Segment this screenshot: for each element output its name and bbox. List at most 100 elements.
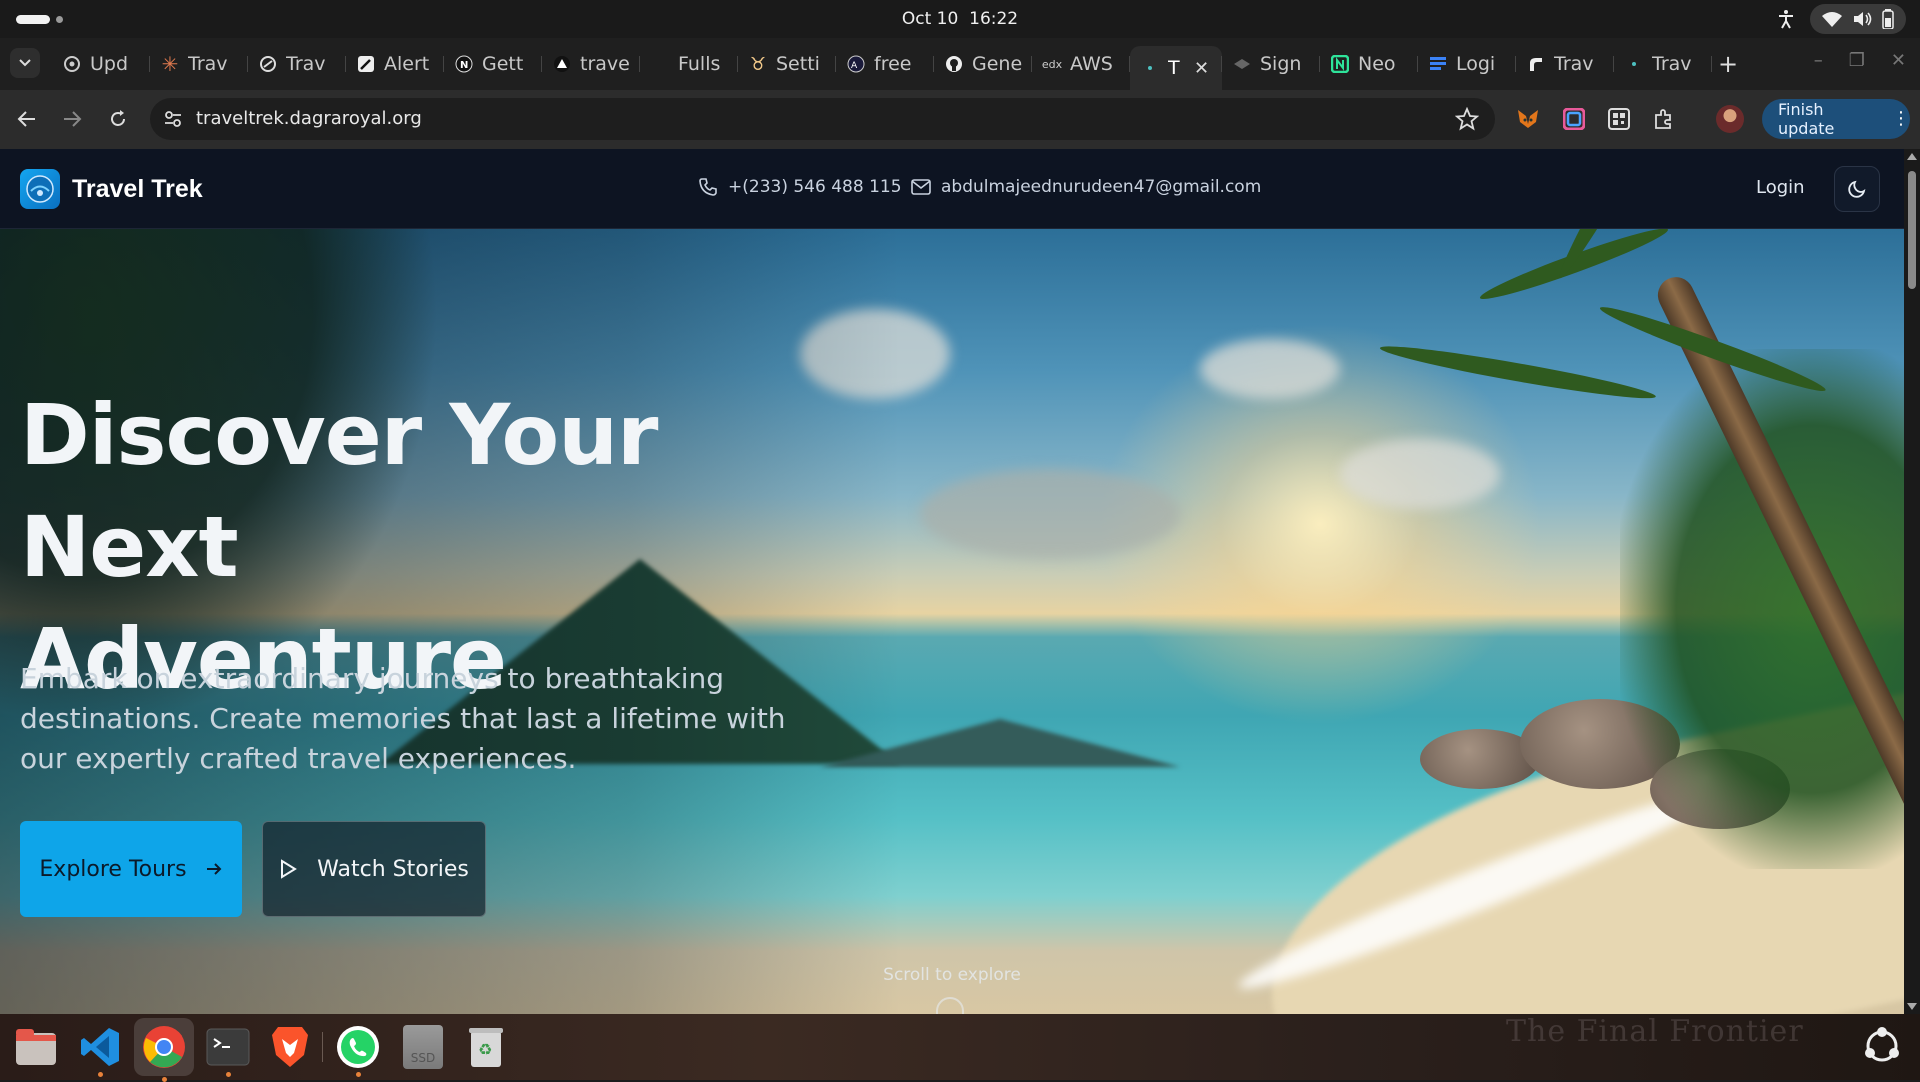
close-tab-icon[interactable]: ✕ — [1194, 58, 1209, 79]
forward-button[interactable] — [57, 104, 87, 134]
arrow-right-icon — [64, 111, 82, 127]
tab-3[interactable]: Alert — [346, 46, 444, 82]
svg-text:N: N — [460, 60, 468, 71]
ssd-drive-icon[interactable]: SSD — [399, 1023, 447, 1071]
chevron-down-icon — [19, 59, 31, 67]
os-top-bar: Oct 10 16:22 — [0, 0, 1920, 38]
dot-icon — [1624, 54, 1644, 74]
theme-toggle-button[interactable] — [1834, 166, 1880, 212]
scrollbar-thumb[interactable] — [1908, 171, 1916, 289]
tab-title: Trav — [1554, 53, 1594, 75]
running-indicator — [226, 1072, 231, 1077]
vscode-app-icon[interactable] — [76, 1023, 124, 1077]
extensions-puzzle-icon[interactable] — [1650, 105, 1678, 133]
browser-toolbar: traveltrek.dagraroyal.org Finish update … — [0, 90, 1920, 149]
clock-time[interactable]: 16:22 — [969, 9, 1018, 29]
scroll-up-icon[interactable] — [1907, 153, 1917, 160]
volume-icon — [1854, 12, 1872, 26]
activities-indicator[interactable] — [16, 15, 63, 24]
tab-8[interactable]: A free — [836, 46, 934, 82]
files-app-icon[interactable] — [12, 1023, 60, 1071]
close-window-icon[interactable]: ✕ — [1891, 50, 1906, 71]
tab-title: free — [874, 53, 912, 75]
bun-icon: ♉ — [749, 53, 767, 75]
hero-title-line1: Discover Your Next — [20, 386, 658, 596]
tab-title: Neo — [1358, 53, 1396, 75]
whatsapp-app-icon[interactable] — [334, 1023, 382, 1077]
layers-icon — [1232, 54, 1252, 74]
tab-search-button[interactable] — [10, 48, 40, 78]
terminal-app-icon[interactable] — [204, 1023, 252, 1077]
tab-14[interactable]: Logi — [1418, 46, 1516, 82]
github-icon — [944, 54, 964, 74]
phone-icon — [699, 178, 717, 196]
reload-button[interactable] — [103, 104, 133, 134]
tab-15[interactable]: Trav — [1516, 46, 1614, 82]
tab-11-active[interactable]: T ✕ — [1130, 46, 1222, 90]
tab-title: Gene — [972, 53, 1022, 75]
clock-date[interactable]: Oct 10 — [902, 9, 958, 29]
trash-icon[interactable]: ♻ — [462, 1023, 510, 1071]
accessibility-icon[interactable] — [1774, 7, 1798, 31]
tab-10[interactable]: edx AWS — [1032, 46, 1130, 82]
url-text[interactable]: traveltrek.dagraroyal.org — [196, 108, 422, 129]
quick-settings[interactable] — [1810, 4, 1906, 34]
tab-4[interactable]: N Gett — [444, 46, 542, 82]
tab-2[interactable]: Trav — [248, 46, 346, 82]
new-tab-button[interactable]: + — [1712, 46, 1744, 82]
show-apps-icon[interactable] — [1862, 1026, 1902, 1066]
settings-gear-icon — [62, 54, 82, 74]
bookmark-star-icon[interactable] — [1455, 107, 1479, 131]
tab-5[interactable]: trave — [542, 46, 640, 82]
tab-title: Trav — [286, 53, 326, 75]
page-viewport: Travel Trek +(233) 546 488 115 abdulmaje… — [0, 149, 1920, 1014]
contact-email[interactable]: abdulmajeednurudeen47@gmail.com — [911, 177, 1261, 197]
maximize-icon[interactable]: ❐ — [1849, 50, 1865, 71]
chatgpt-icon — [258, 54, 278, 74]
running-indicator — [356, 1072, 361, 1077]
profile-avatar[interactable] — [1716, 105, 1744, 133]
tab-6[interactable]: Fulls — [640, 46, 738, 82]
site-header: Travel Trek +(233) 546 488 115 abdulmaje… — [0, 149, 1904, 229]
tab-title: Logi — [1456, 53, 1496, 75]
tab-title: Setti — [776, 53, 820, 75]
color-picker-extension-icon[interactable] — [1560, 105, 1588, 133]
brave-app-icon[interactable] — [266, 1023, 314, 1071]
login-link[interactable]: Login — [1756, 177, 1805, 198]
minimize-icon[interactable]: – — [1814, 50, 1823, 71]
tab-list: Upd ✳ Trav Trav Alert N Gett trave Fulls… — [52, 46, 1744, 90]
address-bar[interactable]: traveltrek.dagraroyal.org — [150, 98, 1495, 140]
back-button[interactable] — [12, 104, 42, 134]
watch-stories-button[interactable]: Watch Stories — [262, 821, 486, 917]
chrome-app-icon[interactable] — [134, 1018, 194, 1082]
tab-1[interactable]: ✳ Trav — [150, 46, 248, 82]
hero-cloud — [1340, 439, 1500, 509]
travel-trek-logo-icon — [20, 169, 60, 209]
tab-13[interactable]: Neo — [1320, 46, 1418, 82]
tab-12[interactable]: Sign — [1222, 46, 1320, 82]
finish-update-label: Finish update — [1778, 100, 1835, 138]
tab-title: Gett — [482, 53, 524, 75]
brand[interactable]: Travel Trek — [20, 169, 203, 209]
stack-icon — [1428, 54, 1448, 74]
explore-tours-button[interactable]: Explore Tours — [20, 821, 242, 917]
qr-code-extension-icon[interactable] — [1605, 105, 1633, 133]
blank-icon — [650, 54, 670, 74]
tab-16[interactable]: Trav — [1614, 46, 1712, 82]
hero-cloud — [1200, 339, 1340, 399]
scroll-down-icon[interactable] — [1907, 1003, 1917, 1010]
site-info-icon[interactable] — [162, 108, 184, 130]
tab-title: T — [1168, 57, 1180, 79]
tab-9[interactable]: Gene — [934, 46, 1032, 82]
metamask-extension-icon[interactable] — [1514, 105, 1542, 133]
ssd-label: SSD — [403, 1025, 443, 1069]
tab-0[interactable]: Upd — [52, 46, 150, 82]
contact-phone[interactable]: +(233) 546 488 115 — [698, 177, 902, 197]
finish-update-button[interactable]: Finish update ⋮ — [1762, 99, 1910, 139]
hero-cloud — [920, 469, 1180, 559]
page-scrollbar[interactable] — [1904, 149, 1920, 1014]
tab-7[interactable]: ♉ Setti — [738, 46, 836, 82]
appwrite-icon: A — [846, 54, 866, 74]
email-address: abdulmajeednurudeen47@gmail.com — [941, 177, 1262, 197]
dock: The Final Frontier SSD ♻ — [0, 1014, 1920, 1082]
